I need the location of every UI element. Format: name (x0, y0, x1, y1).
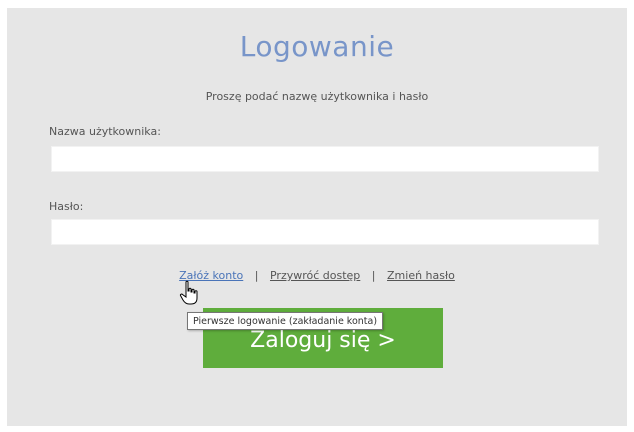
account-links: Załóż konto | Przywróć dostęp | Zmień ha… (7, 269, 627, 282)
restore-access-link[interactable]: Przywróć dostęp (270, 269, 360, 282)
page-title: Logowanie (239, 30, 395, 63)
change-password-link[interactable]: Zmień hasło (387, 269, 455, 282)
hand-pointer-icon (179, 280, 198, 305)
login-panel: Logowanie Proszę podać nazwę użytkownika… (7, 8, 627, 426)
username-label: Nazwa użytkownika: (49, 125, 161, 138)
link-separator: | (254, 269, 259, 282)
login-instructions: Proszę podać nazwę użytkownika i hasło (205, 90, 429, 103)
password-label: Hasło: (49, 200, 84, 213)
password-field[interactable] (51, 219, 599, 245)
username-field[interactable] (51, 146, 599, 172)
link-separator: | (371, 269, 376, 282)
create-account-tooltip: Pierwsze logowanie (zakładanie konta) (187, 312, 384, 330)
